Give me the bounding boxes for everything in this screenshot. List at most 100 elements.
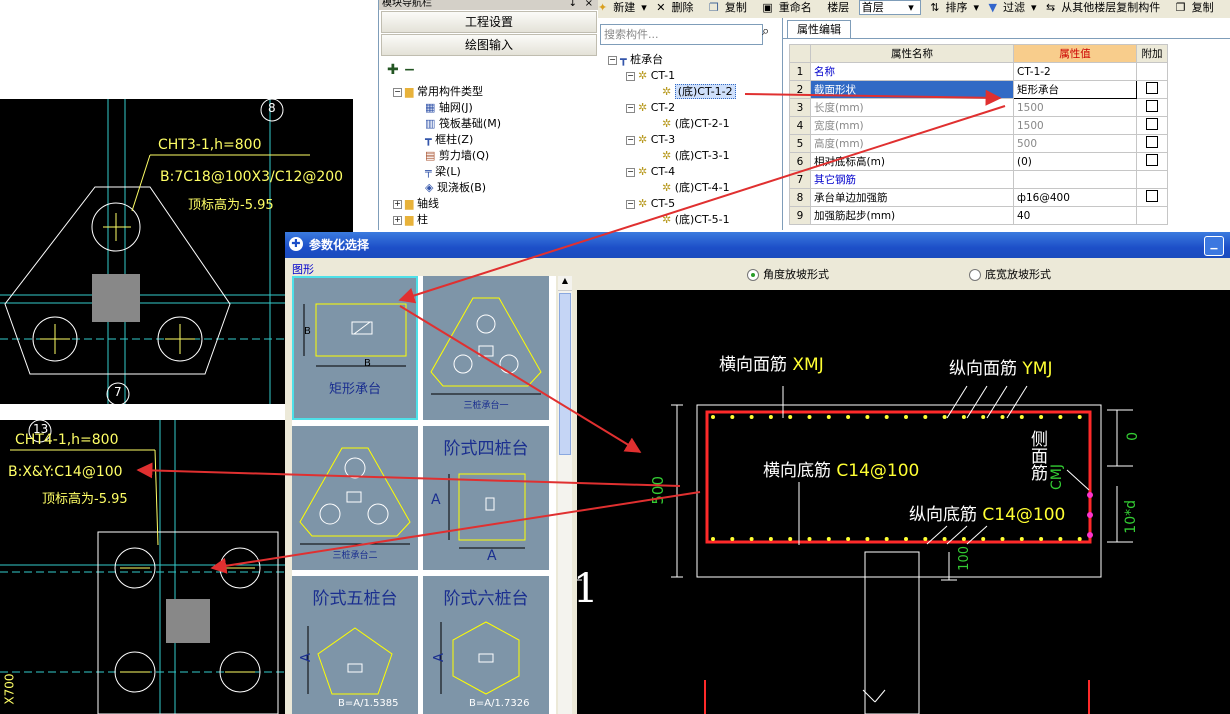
rebar-dot: [961, 537, 966, 541]
component-ct3-1[interactable]: ✲ (底)CT-3-1: [662, 148, 730, 164]
rebar-dot: [1058, 415, 1063, 419]
checkbox[interactable]: [1146, 154, 1158, 166]
sort-button[interactable]: ⇅ 排序 ▾: [930, 1, 979, 14]
tab-property-edit[interactable]: 属性编辑: [787, 20, 851, 39]
sort-icon: ⇅: [930, 1, 940, 14]
gear-icon: ✲: [662, 85, 672, 98]
expand-all-icon[interactable]: ✚ −: [387, 62, 415, 78]
component-ct5-1[interactable]: ✲ (底)CT-5-1: [662, 212, 730, 228]
checkbox[interactable]: [1146, 136, 1158, 148]
tree-item-axis-net[interactable]: ▦ 轴网(J): [425, 100, 473, 116]
radio-selected-icon: [747, 269, 759, 281]
rebar-dot: [942, 415, 947, 419]
table-row[interactable]: 2 截面形状 矩形承台: [789, 80, 1168, 99]
table-row[interactable]: 6 相对底标高(m) (0): [789, 152, 1168, 171]
copy-from-floor-button[interactable]: ⇆ 从其他楼层复制构件: [1046, 1, 1166, 14]
checkbox[interactable]: [1146, 118, 1158, 130]
component-ct1[interactable]: − ✲ CT-1: [626, 68, 675, 84]
component-ct3[interactable]: − ✲ CT-3: [626, 132, 675, 148]
minimize-button[interactable]: ▁: [1204, 236, 1224, 256]
side-dim-text: X700: [2, 673, 17, 705]
copy-icon: ❐: [708, 1, 719, 14]
collapse-icon[interactable]: −: [608, 55, 617, 65]
beam-icon: ╤: [425, 165, 432, 178]
shape-step-six-pile[interactable]: 阶式六桩台 A B=A/1.7326: [423, 576, 549, 714]
rebar-dot: [788, 537, 793, 541]
tree-item-axisline[interactable]: + ▆ 轴线: [393, 196, 439, 212]
table-row[interactable]: 5 高度(mm) 500: [789, 134, 1168, 153]
rebar-dot: [826, 537, 831, 541]
draw-input-button[interactable]: 绘图输入: [381, 34, 597, 56]
expand-icon[interactable]: +: [393, 199, 402, 209]
nav-header: 模块导航栏 ↓ ×: [379, 0, 599, 10]
expand-icon[interactable]: +: [393, 215, 402, 225]
new-button[interactable]: ✦ 新建 ▾: [598, 1, 647, 14]
shape-step-four-pile[interactable]: 阶式四桩台 A A: [423, 426, 549, 570]
dim-10d: 10*d: [1123, 500, 1139, 534]
tree-item-raft[interactable]: ▥ 筏板基础(M): [425, 116, 501, 132]
checkbox[interactable]: [1146, 100, 1158, 112]
grid-icon: ▦: [425, 101, 436, 114]
table-row[interactable]: 3 长度(mm) 1500: [789, 98, 1168, 117]
shape-rect-cap[interactable]: B B 矩形承台: [292, 276, 418, 420]
component-ct2-1[interactable]: ✲ (底)CT-2-1: [662, 116, 730, 132]
rebar-preview-canvas: 横向面筋 XMJ 纵向面筋 YMJ 横向底筋 C14@100 纵向底筋 C14@…: [577, 290, 1230, 714]
floor-label: 楼层: [827, 1, 850, 14]
delete-button[interactable]: ✕ 删除: [656, 1, 699, 14]
pin-icon[interactable]: ↓: [569, 0, 577, 9]
rebar-dot: [846, 415, 851, 419]
scroll-thumb[interactable]: [559, 293, 571, 455]
component-ct1-2[interactable]: ✲ (底)CT-1-2: [662, 84, 736, 100]
tree-item-beam[interactable]: ╤ 梁(L): [425, 164, 461, 180]
component-ct4-1[interactable]: ✲ (底)CT-4-1: [662, 180, 730, 196]
shape-three-pile-cap-2[interactable]: 三桩承台二: [292, 426, 418, 570]
copy-extra-button[interactable]: ❐ 复制: [1176, 1, 1220, 14]
rebar-dot: [768, 415, 773, 419]
label-side-code: CMJ: [1049, 464, 1065, 490]
component-ct4[interactable]: − ✲ CT-4: [626, 164, 675, 180]
shape-three-pile-cap-1[interactable]: 三桩承台一: [423, 276, 549, 420]
project-settings-button[interactable]: 工程设置: [381, 11, 597, 33]
rebar-dot: [981, 537, 986, 541]
filter-button[interactable]: ▼ 过滤 ▾: [989, 1, 1037, 14]
rename-button[interactable]: ▣ 重命名: [762, 1, 817, 14]
tree-root-pile-cap[interactable]: − ┳ 桩承台: [608, 52, 663, 68]
checkbox[interactable]: [1146, 82, 1158, 94]
component-search-input[interactable]: 搜索构件...: [600, 24, 763, 45]
radio-angle-slope[interactable]: 角度放坡形式: [747, 268, 829, 282]
tree-item-column[interactable]: ┳ 框柱(Z): [425, 132, 473, 148]
tree-item-wall[interactable]: ▤ 剪力墙(Q): [425, 148, 489, 164]
table-row[interactable]: 1 名称 CT-1-2: [789, 62, 1168, 81]
shape-step-five-pile[interactable]: 阶式五桩台 A B=A/1.5385: [292, 576, 418, 714]
cad-viewport-bottom[interactable]: 13 CHT4-1,h=800 B:X&Y:C14@100 顶标高为-5.95 …: [0, 420, 288, 714]
tree-item-common[interactable]: − ▆ 常用构件类型: [393, 84, 483, 100]
collapse-icon[interactable]: −: [393, 87, 402, 97]
component-toolbar: ✦ 新建 ▾ ✕ 删除 ❐ 复制 ▣ 重命名 楼层 首层 ▾ ⇅ 排序 ▾ ▼ 过滤 ▾ ⇆ 从其他楼…: [598, 0, 1230, 18]
floor-select[interactable]: 首层 ▾: [858, 0, 921, 15]
checkbox[interactable]: [1146, 190, 1158, 202]
component-ct5[interactable]: − ✲ CT-5: [626, 196, 675, 212]
radio-empty-icon: [969, 269, 981, 281]
gear-icon: ✲: [638, 133, 648, 146]
column-block: [92, 274, 140, 322]
shape-list-scrollbar[interactable]: ▲: [558, 276, 572, 714]
copy-button[interactable]: ❐ 复制: [709, 1, 753, 14]
rebar-dot: [749, 537, 754, 541]
table-row[interactable]: 4 宽度(mm) 1500: [789, 116, 1168, 135]
tree-item-slab[interactable]: ◈ 现浇板(B): [425, 180, 486, 196]
dialog-titlebar[interactable]: ✚ 参数化选择 ▁: [285, 232, 1230, 258]
scroll-up-icon[interactable]: ▲: [558, 276, 572, 291]
rebar-dot: [1058, 537, 1063, 541]
rebar-dot: [826, 415, 831, 419]
component-ct2[interactable]: − ✲ CT-2: [626, 100, 675, 116]
tree-item-columns[interactable]: + ▆ 柱: [393, 212, 428, 228]
search-icon[interactable]: ⌕: [762, 24, 780, 45]
rebar-dot: [942, 537, 947, 541]
radio-width-slope[interactable]: 底宽放坡形式: [969, 268, 1051, 282]
table-row[interactable]: 9 加强筋起步(mm) 40: [789, 206, 1168, 225]
close-icon[interactable]: ×: [585, 0, 593, 9]
table-row[interactable]: 8 承台单边加强筋 ф16@400: [789, 188, 1168, 207]
rebar-dot: [1019, 537, 1024, 541]
table-row[interactable]: 7 其它钢筋: [789, 170, 1168, 189]
col-header-name: 属性名称: [810, 44, 1014, 63]
